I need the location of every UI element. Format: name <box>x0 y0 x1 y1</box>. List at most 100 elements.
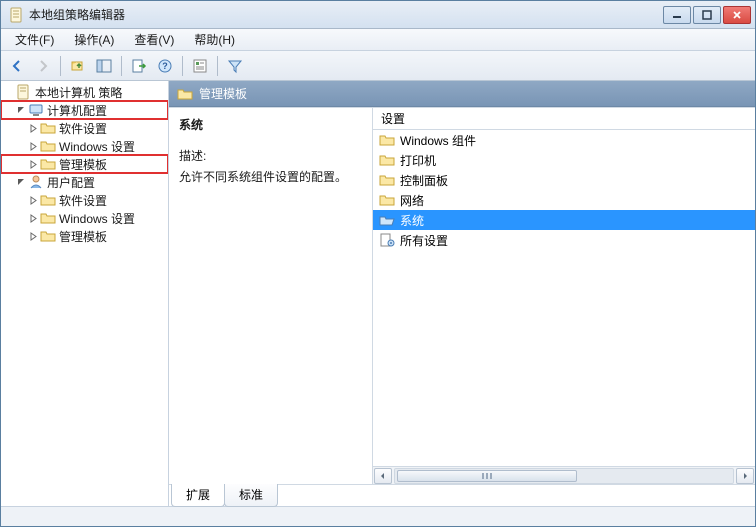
minimize-button[interactable] <box>663 6 691 24</box>
selected-heading: 系统 <box>179 116 362 133</box>
tree-user-config[interactable]: 用户配置 <box>1 173 168 191</box>
list-item[interactable]: Windows 组件 <box>373 130 755 150</box>
tree-pane[interactable]: 本地计算机 策略 计算机配置 软件设置 Windows 设置 <box>1 81 169 506</box>
folder-open-icon <box>379 212 395 228</box>
expand-toggle[interactable] <box>27 230 39 242</box>
tree-label: 管理模板 <box>59 156 107 173</box>
right-pane: 管理模板 系统 描述: 允许不同系统组件设置的配置。 设置 Windows 组件 <box>169 81 755 506</box>
list-header-settings[interactable]: 设置 <box>373 108 755 130</box>
tree-user-templates[interactable]: 管理模板 <box>1 227 168 245</box>
forward-button <box>31 54 55 78</box>
user-icon <box>28 174 44 190</box>
tab-standard[interactable]: 标准 <box>224 484 278 507</box>
filter-button[interactable] <box>223 54 247 78</box>
show-hide-tree-button[interactable] <box>92 54 116 78</box>
app-icon <box>9 7 25 23</box>
folder-icon <box>177 86 193 102</box>
tree-label: 软件设置 <box>59 192 107 209</box>
toolbar-separator <box>60 56 61 76</box>
menubar: 文件(F) 操作(A) 查看(V) 帮助(H) <box>1 29 755 51</box>
list-item-label: 系统 <box>400 212 424 229</box>
list-body: Windows 组件 打印机 控制面板 网络 <box>373 130 755 466</box>
detail-right: 设置 Windows 组件 打印机 控制面板 <box>373 108 755 484</box>
list-item[interactable]: 控制面板 <box>373 170 755 190</box>
menu-action[interactable]: 操作(A) <box>64 29 124 50</box>
tree-computer-config[interactable]: 计算机配置 <box>1 101 168 119</box>
tree-label: Windows 设置 <box>59 138 135 155</box>
tree-root[interactable]: 本地计算机 策略 <box>1 83 168 101</box>
folder-icon <box>379 132 395 148</box>
tree-label: 软件设置 <box>59 120 107 137</box>
tree-user-software[interactable]: 软件设置 <box>1 191 168 209</box>
right-header: 管理模板 <box>169 81 755 107</box>
scroll-left-button[interactable] <box>374 468 392 484</box>
folder-icon <box>379 192 395 208</box>
description-text: 允许不同系统组件设置的配置。 <box>179 168 362 185</box>
computer-icon <box>28 102 44 118</box>
policy-icon <box>16 84 32 100</box>
tree-comp-software[interactable]: 软件设置 <box>1 119 168 137</box>
tab-extended[interactable]: 扩展 <box>171 484 225 507</box>
collapse-toggle[interactable] <box>15 104 27 116</box>
expand-toggle[interactable] <box>27 140 39 152</box>
toolbar-separator <box>217 56 218 76</box>
expand-toggle[interactable] <box>3 86 15 98</box>
folder-icon <box>379 152 395 168</box>
window-title: 本地组策略编辑器 <box>29 6 663 23</box>
list-item-label: 打印机 <box>400 152 436 169</box>
properties-button[interactable] <box>188 54 212 78</box>
tree-comp-templates[interactable]: 管理模板 <box>1 155 168 173</box>
menu-help[interactable]: 帮助(H) <box>184 29 245 50</box>
folder-icon <box>40 210 56 226</box>
maximize-button[interactable] <box>693 6 721 24</box>
expand-toggle[interactable] <box>27 212 39 224</box>
tree-user-windows[interactable]: Windows 设置 <box>1 209 168 227</box>
settings-icon <box>379 232 395 248</box>
collapse-toggle[interactable] <box>15 176 27 188</box>
horizontal-scrollbar[interactable] <box>373 466 755 484</box>
scroll-thumb[interactable] <box>397 470 577 482</box>
scroll-track[interactable] <box>394 468 734 484</box>
list-item[interactable]: 系统 <box>373 210 755 230</box>
titlebar: 本地组策略编辑器 <box>1 1 755 29</box>
tree-label: 管理模板 <box>59 228 107 245</box>
list-item[interactable]: 打印机 <box>373 150 755 170</box>
folder-icon <box>40 156 56 172</box>
up-button[interactable] <box>66 54 90 78</box>
tree-comp-windows[interactable]: Windows 设置 <box>1 137 168 155</box>
list-item-label: 控制面板 <box>400 172 448 189</box>
folder-icon <box>40 228 56 244</box>
expand-toggle[interactable] <box>27 122 39 134</box>
gpedit-window: 本地组策略编辑器 文件(F) 操作(A) 查看(V) 帮助(H) ? <box>0 0 756 527</box>
folder-icon <box>40 120 56 136</box>
expand-toggle[interactable] <box>27 158 39 170</box>
close-button[interactable] <box>723 6 751 24</box>
menu-view[interactable]: 查看(V) <box>124 29 184 50</box>
list-item[interactable]: 网络 <box>373 190 755 210</box>
window-controls <box>663 6 751 24</box>
svg-text:?: ? <box>162 61 168 71</box>
toolbar-separator <box>121 56 122 76</box>
tree-label: 计算机配置 <box>47 102 107 119</box>
description-label: 描述: <box>179 147 362 164</box>
detail-columns: 系统 描述: 允许不同系统组件设置的配置。 设置 Windows 组件 打印机 <box>169 107 755 484</box>
export-list-button[interactable] <box>127 54 151 78</box>
back-button[interactable] <box>5 54 29 78</box>
menu-file[interactable]: 文件(F) <box>5 29 64 50</box>
folder-icon <box>40 192 56 208</box>
list-item-label: 网络 <box>400 192 424 209</box>
bottom-tabs: 扩展 标准 <box>169 484 755 506</box>
list-item[interactable]: 所有设置 <box>373 230 755 250</box>
tree-label: 用户配置 <box>47 174 95 191</box>
tree-label: 本地计算机 策略 <box>35 84 122 101</box>
list-item-label: 所有设置 <box>400 232 448 249</box>
folder-icon <box>40 138 56 154</box>
folder-icon <box>379 172 395 188</box>
main-area: 本地计算机 策略 计算机配置 软件设置 Windows 设置 <box>1 81 755 506</box>
scroll-right-button[interactable] <box>736 468 754 484</box>
statusbar <box>1 506 755 526</box>
expand-toggle[interactable] <box>27 194 39 206</box>
list-item-label: Windows 组件 <box>400 132 476 149</box>
toolbar-separator <box>182 56 183 76</box>
help-button[interactable]: ? <box>153 54 177 78</box>
